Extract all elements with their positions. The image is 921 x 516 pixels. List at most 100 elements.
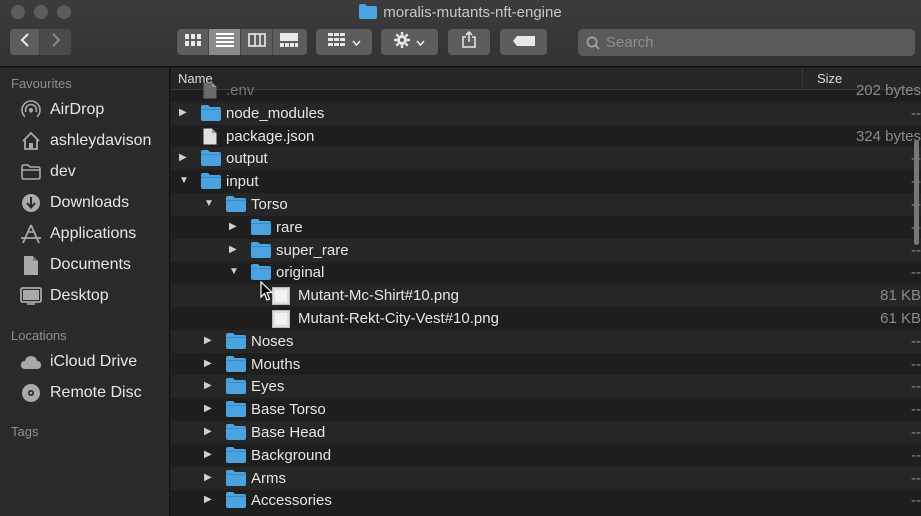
chevron-down-icon — [416, 33, 425, 51]
disclosure-collapsed-icon[interactable]: ▶ — [204, 358, 214, 370]
file-name: Mouths — [251, 355, 301, 373]
file-row[interactable]: .env 202 bytes — [171, 79, 921, 102]
gallery-view-icon — [280, 32, 298, 52]
file-size: 202 bytes — [855, 82, 921, 99]
disclosure-collapsed-icon[interactable]: ▶ — [204, 449, 214, 461]
sidebar-item-desktop[interactable]: Desktop — [20, 282, 168, 310]
file-list: Name Size .env 202 bytes ▶ node_modules -- pa… — [171, 68, 921, 516]
file-size: 61 KB — [880, 310, 921, 327]
share-button[interactable] — [448, 29, 490, 55]
disclosure-collapsed-icon[interactable]: ▶ — [229, 244, 239, 256]
file-name: super_rare — [276, 241, 349, 259]
favourites-heading: Favourites — [11, 76, 72, 91]
folder-icon — [226, 446, 246, 467]
file-size: -- — [911, 332, 921, 350]
file-name: output — [226, 150, 268, 168]
file-name: Mutant-Mc-Shirt#10.png — [298, 287, 459, 305]
icon-view-button[interactable] — [177, 29, 209, 55]
file-size: -- — [911, 469, 921, 487]
image-file-icon — [272, 310, 290, 332]
action-menu-button[interactable] — [381, 29, 438, 55]
sidebar-item-applications[interactable]: Applications — [20, 220, 168, 248]
file-name: Background — [251, 446, 332, 464]
folder-row[interactable]: ▼Torso-- — [171, 193, 921, 216]
list-view-button[interactable] — [209, 29, 241, 55]
sidebar-item-documents[interactable]: Documents — [20, 251, 168, 279]
gallery-view-button[interactable] — [273, 29, 305, 55]
folder-icon — [226, 424, 246, 444]
sidebar-item-downloads[interactable]: Downloads — [20, 189, 168, 217]
edit-tags-button[interactable] — [500, 29, 547, 55]
disclosure-collapsed-icon[interactable]: ▶ — [204, 403, 214, 415]
disclosure-expanded-icon[interactable]: ▼ — [229, 266, 239, 278]
folder-row[interactable]: ▶ Noses -- — [171, 329, 921, 353]
folder-row[interactable]: ▶ Accessories -- — [171, 489, 921, 512]
search-field[interactable] — [578, 29, 915, 56]
folder-row[interactable]: ▶ Eyes -- — [171, 375, 921, 399]
forward-button[interactable] — [40, 29, 71, 55]
file-size: -- — [911, 446, 921, 464]
file-row[interactable]: Mutant-Mc-Shirt#10.png 81 KB — [171, 284, 921, 308]
vertical-scrollbar[interactable] — [914, 140, 919, 245]
sidebar-item-icloud-drive[interactable]: iCloud Drive — [20, 348, 168, 376]
sidebar-item-airdrop[interactable]: AirDrop — [20, 96, 168, 124]
sidebar-item-label: Desktop — [50, 287, 109, 304]
chevron-down-icon — [351, 33, 361, 51]
folder-icon — [251, 241, 271, 262]
file-size: -- — [911, 492, 921, 510]
group-by-button[interactable] — [316, 29, 372, 55]
back-button[interactable] — [10, 29, 40, 55]
share-icon — [462, 30, 476, 53]
search-icon — [586, 36, 600, 50]
disclosure-collapsed-icon[interactable]: ▶ — [179, 152, 189, 164]
folder-row[interactable]: ▶ Arms -- — [171, 466, 921, 490]
folder-row[interactable]: ▶rare-- — [171, 216, 921, 239]
folder-row[interactable]: ▶output-- — [171, 147, 921, 171]
disclosure-expanded-icon[interactable]: ▼ — [179, 175, 189, 187]
sidebar-item-ashleydavison[interactable]: ashleydavison — [20, 127, 168, 155]
folder-row[interactable]: ▶ super_rare -- — [171, 238, 921, 262]
disclosure-collapsed-icon[interactable]: ▶ — [179, 107, 189, 119]
folder-row[interactable]: ▶ Base Head -- — [171, 421, 921, 444]
file-name: Mutant-Rekt-City-Vest#10.png — [298, 310, 499, 327]
disclosure-expanded-icon[interactable]: ▼ — [204, 198, 214, 210]
sidebar-item-dev[interactable]: dev — [20, 158, 168, 186]
folder-icon — [201, 104, 221, 125]
navigation-buttons — [10, 29, 71, 55]
disclosure-collapsed-icon[interactable]: ▶ — [229, 221, 239, 233]
window-title: moralis-mutants-nft-engine — [383, 4, 562, 21]
sidebar-item-label: Applications — [50, 225, 137, 242]
search-input[interactable] — [606, 34, 896, 51]
sidebar-item-label: Documents — [50, 256, 131, 273]
disclosure-collapsed-icon[interactable]: ▶ — [204, 380, 214, 392]
folder-row[interactable]: ▶ Mouths -- — [171, 353, 921, 376]
folder-row[interactable]: ▶ Base Torso -- — [171, 398, 921, 421]
gear-icon — [394, 31, 410, 53]
applications-icon — [20, 223, 42, 245]
column-view-button[interactable] — [241, 29, 273, 55]
chevron-right-icon — [51, 32, 61, 52]
file-row[interactable]: Mutant-Rekt-City-Vest#10.png 61 KB — [171, 307, 921, 330]
file-name: rare — [276, 218, 303, 236]
sidebar-item-label: ashleydavison — [50, 132, 152, 149]
disclosure-collapsed-icon[interactable]: ▶ — [204, 335, 214, 347]
file-name: node_modules — [226, 104, 325, 122]
file-size: 324 bytes — [855, 127, 921, 145]
tags-heading: Tags — [11, 424, 39, 439]
file-size: 81 KB — [880, 287, 921, 305]
locations-heading: Locations — [11, 328, 67, 343]
folder-row[interactable]: ▼input-- — [171, 170, 921, 193]
folder-row[interactable]: ▼ original -- — [171, 261, 921, 284]
sidebar-item-remote-disc[interactable]: Remote Disc — [20, 379, 168, 407]
window-title-bar: moralis-mutants-nft-engine — [0, 4, 921, 23]
disclosure-collapsed-icon[interactable]: ▶ — [204, 494, 214, 506]
folder-row[interactable]: ▶ Background -- — [171, 444, 921, 467]
disclosure-collapsed-icon[interactable]: ▶ — [204, 472, 214, 484]
disclosure-collapsed-icon[interactable]: ▶ — [204, 426, 214, 438]
icloud-icon — [20, 351, 42, 373]
home-icon — [20, 130, 42, 152]
folder-row[interactable]: ▶ node_modules -- — [171, 101, 921, 125]
file-size: -- — [911, 424, 921, 441]
file-row[interactable]: package.json 324 bytes — [171, 125, 921, 148]
file-size: -- — [911, 355, 921, 373]
